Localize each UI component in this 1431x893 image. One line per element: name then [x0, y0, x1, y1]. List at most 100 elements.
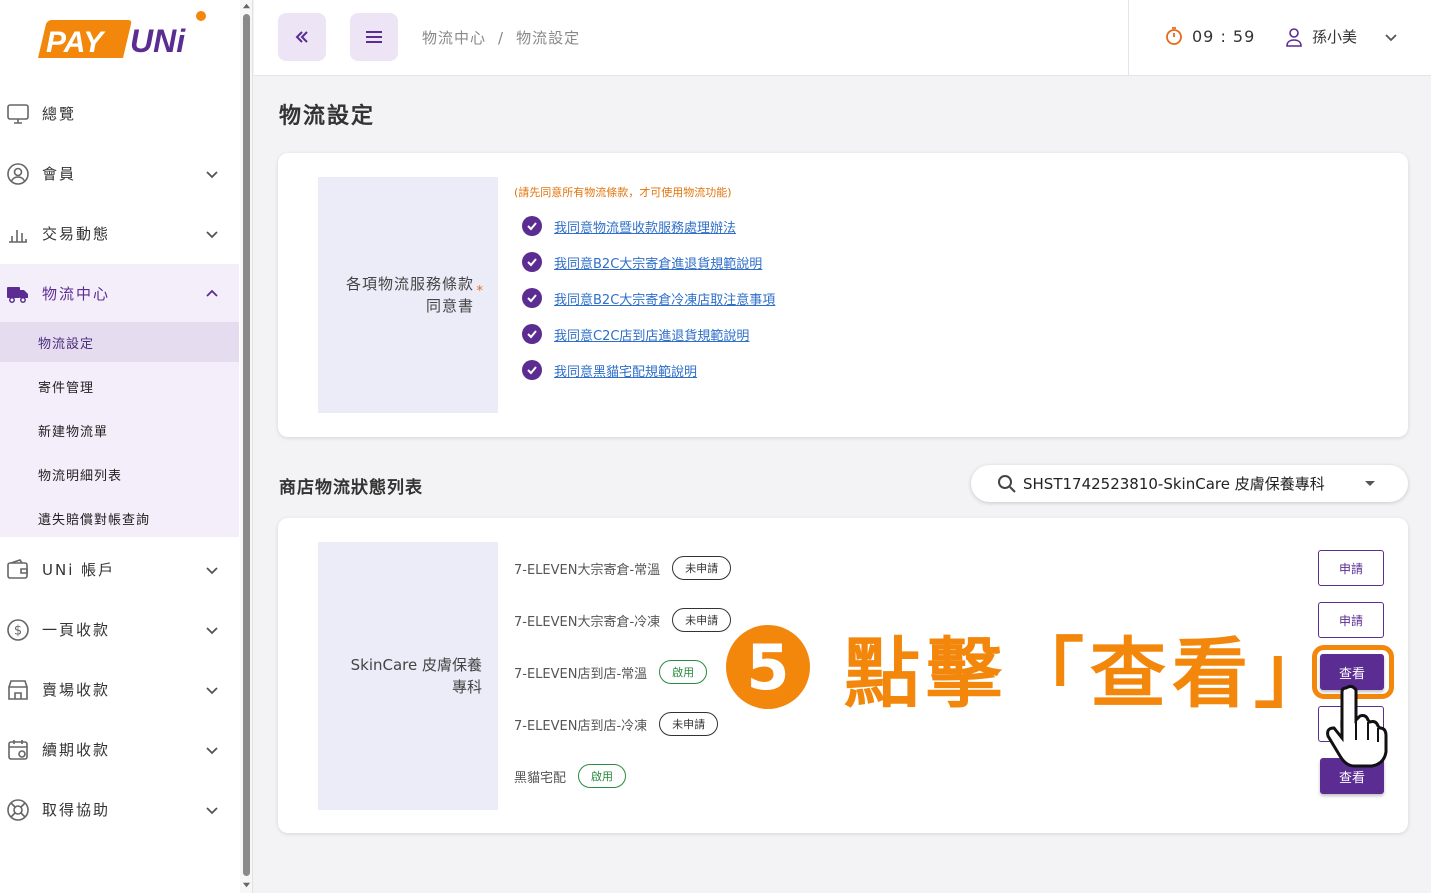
- sub-item-logistics-settings[interactable]: 物流設定: [0, 322, 239, 362]
- service-row: 7-ELEVEN大宗寄倉-冷凍 未申請: [514, 607, 732, 633]
- checkmark-icon[interactable]: [522, 324, 542, 344]
- user-menu[interactable]: 孫小美: [1284, 26, 1399, 47]
- chevron-down-icon: [206, 171, 218, 179]
- checkmark-icon[interactable]: [522, 288, 542, 308]
- tutorial-annotation: 5 點擊「查看」: [726, 624, 1336, 718]
- sub-item-label: 新建物流單: [38, 425, 109, 440]
- session-timer: 09 : 59: [1164, 26, 1255, 46]
- sub-item-label: 寄件管理: [38, 381, 95, 396]
- required-mark: *: [476, 284, 484, 299]
- sidebar-item-transactions[interactable]: 交易動態: [0, 204, 239, 264]
- user-name: 孫小美: [1312, 28, 1358, 46]
- sidebar-item-overview[interactable]: 總覽: [0, 84, 239, 144]
- chevron-down-icon: [1385, 33, 1397, 41]
- terms-label: 各項物流服務條款 同意書 *: [346, 273, 483, 317]
- sidebar-item-member[interactable]: 會員: [0, 144, 239, 204]
- sub-item-label: 遺失賠償對帳查詢: [38, 513, 151, 528]
- apply-button[interactable]: 申請: [1318, 550, 1384, 586]
- sidebar-item-label: 會員: [42, 165, 77, 183]
- service-name: 黑貓宅配: [514, 770, 567, 786]
- term-row[interactable]: 我同意C2C店到店進退貨規範說明: [522, 323, 749, 345]
- sidebar-item-uni-account[interactable]: UNi 帳戶: [0, 540, 239, 600]
- search-icon: [998, 475, 1016, 493]
- chevron-down-icon: [206, 807, 218, 815]
- sidebar-item-recurring-payment[interactable]: 續期收款: [0, 720, 239, 780]
- scroll-up-icon[interactable]: [242, 2, 251, 11]
- sidebar-item-logistics[interactable]: 物流中心: [0, 264, 239, 324]
- scrollbar-thumb[interactable]: [243, 14, 250, 876]
- sidebar-scrollbar[interactable]: [240, 0, 253, 893]
- sidebar-item-one-page-payment[interactable]: $ 一頁收款: [0, 600, 239, 660]
- term-link[interactable]: 我同意B2C大宗寄倉進退貨規範說明: [554, 253, 762, 272]
- scroll-down-icon[interactable]: [242, 880, 251, 889]
- service-row: 7-ELEVEN大宗寄倉-常溫 未申請: [514, 555, 732, 581]
- service-row: 黑貓宅配 啟用: [514, 763, 627, 789]
- collapse-sidebar-button[interactable]: [278, 13, 326, 61]
- svg-text:$: $: [14, 624, 22, 639]
- calendar-icon: [8, 740, 28, 760]
- sub-item-new-shipment[interactable]: 新建物流單: [0, 410, 239, 450]
- sidebar-item-label: 賣場收款: [42, 681, 111, 699]
- caret-down-icon: [1365, 481, 1375, 486]
- term-row[interactable]: 我同意黑貓宅配規範說明: [522, 359, 697, 381]
- payuni-logo[interactable]: PAY UNi: [36, 10, 206, 62]
- sidebar-item-label: 總覽: [42, 105, 77, 123]
- step-number: 5: [726, 625, 810, 709]
- status-badge: 未申請: [672, 608, 732, 632]
- breadcrumb-separator: /: [498, 29, 505, 47]
- checkmark-icon[interactable]: [522, 360, 542, 380]
- step-instruction: 點擊「查看」: [844, 629, 1336, 718]
- store-select-value: SHST1742523810-SkinCare 皮膚保養專科: [1023, 475, 1325, 493]
- term-row[interactable]: 我同意物流暨收款服務處理辦法: [522, 215, 736, 237]
- service-name: 7-ELEVEN大宗寄倉-冷凍: [514, 614, 661, 630]
- term-row[interactable]: 我同意B2C大宗寄倉冷凍店取注意事項: [522, 287, 775, 309]
- chevron-down-icon: [206, 627, 218, 635]
- sidebar-item-label: 物流中心: [42, 285, 111, 303]
- term-link[interactable]: 我同意B2C大宗寄倉冷凍店取注意事項: [554, 289, 775, 308]
- checkmark-icon[interactable]: [522, 216, 542, 236]
- status-badge: 啟用: [578, 764, 627, 788]
- service-name: 7-ELEVEN店到店-常溫: [514, 666, 648, 682]
- term-link[interactable]: 我同意物流暨收款服務處理辦法: [554, 217, 736, 236]
- svg-text:UNi: UNi: [130, 23, 186, 59]
- sub-item-shipment-list[interactable]: 物流明細列表: [0, 454, 239, 494]
- store-label: SkinCare 皮膚保養 專科: [322, 654, 482, 698]
- service-row: 7-ELEVEN店到店-冷凍 未申請: [514, 711, 719, 737]
- chevron-down-icon: [206, 567, 218, 575]
- timer-value: 09 : 59: [1192, 26, 1256, 46]
- sidebar-item-label: 交易動態: [42, 225, 111, 243]
- sidebar-item-help[interactable]: 取得協助: [0, 780, 239, 840]
- status-badge: 未申請: [672, 556, 732, 580]
- menu-button[interactable]: [350, 13, 398, 61]
- store-select[interactable]: SHST1742523810-SkinCare 皮膚保養專科: [971, 465, 1408, 502]
- hand-cursor-icon: [1326, 684, 1388, 768]
- terms-note: (請先同意所有物流條款，才可使用物流功能): [514, 186, 732, 199]
- sidebar: PAY UNi 總覽 會員 交易動態 物流中心 物流設定 寄件管理 新建物流單 …: [0, 0, 240, 893]
- page-title: 物流設定: [279, 104, 376, 129]
- term-link[interactable]: 我同意黑貓宅配規範說明: [554, 361, 697, 380]
- chevron-down-icon: [206, 747, 218, 755]
- svg-text:PAY: PAY: [46, 26, 106, 59]
- breadcrumb-item[interactable]: 物流中心: [422, 29, 486, 47]
- sub-item-label: 物流設定: [38, 337, 95, 352]
- sidebar-item-store-payment[interactable]: 賣場收款: [0, 660, 239, 720]
- term-link[interactable]: 我同意C2C店到店進退貨規範說明: [554, 325, 749, 344]
- sub-item-loss-compensation[interactable]: 遺失賠償對帳查詢: [0, 498, 239, 538]
- store-icon: [8, 680, 28, 700]
- terms-card: 各項物流服務條款 同意書 * (請先同意所有物流條款，才可使用物流功能) 我同意…: [278, 153, 1408, 437]
- topbar: 物流中心 / 物流設定 09 : 59 孫小美: [254, 0, 1431, 76]
- sub-item-label: 物流明細列表: [38, 469, 123, 484]
- sidebar-item-label: 取得協助: [42, 801, 111, 819]
- store-label-line: 專科: [451, 678, 482, 696]
- service-name: 7-ELEVEN大宗寄倉-常溫: [514, 562, 661, 578]
- status-badge: 未申請: [659, 712, 719, 736]
- store-label-cell: SkinCare 皮膚保養 專科: [318, 542, 498, 810]
- term-row[interactable]: 我同意B2C大宗寄倉進退貨規範說明: [522, 251, 762, 273]
- chevron-down-icon: [206, 231, 218, 239]
- user-circle-icon: [7, 163, 29, 185]
- checkmark-icon[interactable]: [522, 252, 542, 272]
- wallet-icon: [7, 559, 28, 579]
- service-row: 7-ELEVEN店到店-常溫 啟用: [514, 659, 708, 685]
- chevron-down-icon: [206, 687, 218, 695]
- sub-item-shipment-management[interactable]: 寄件管理: [0, 366, 239, 406]
